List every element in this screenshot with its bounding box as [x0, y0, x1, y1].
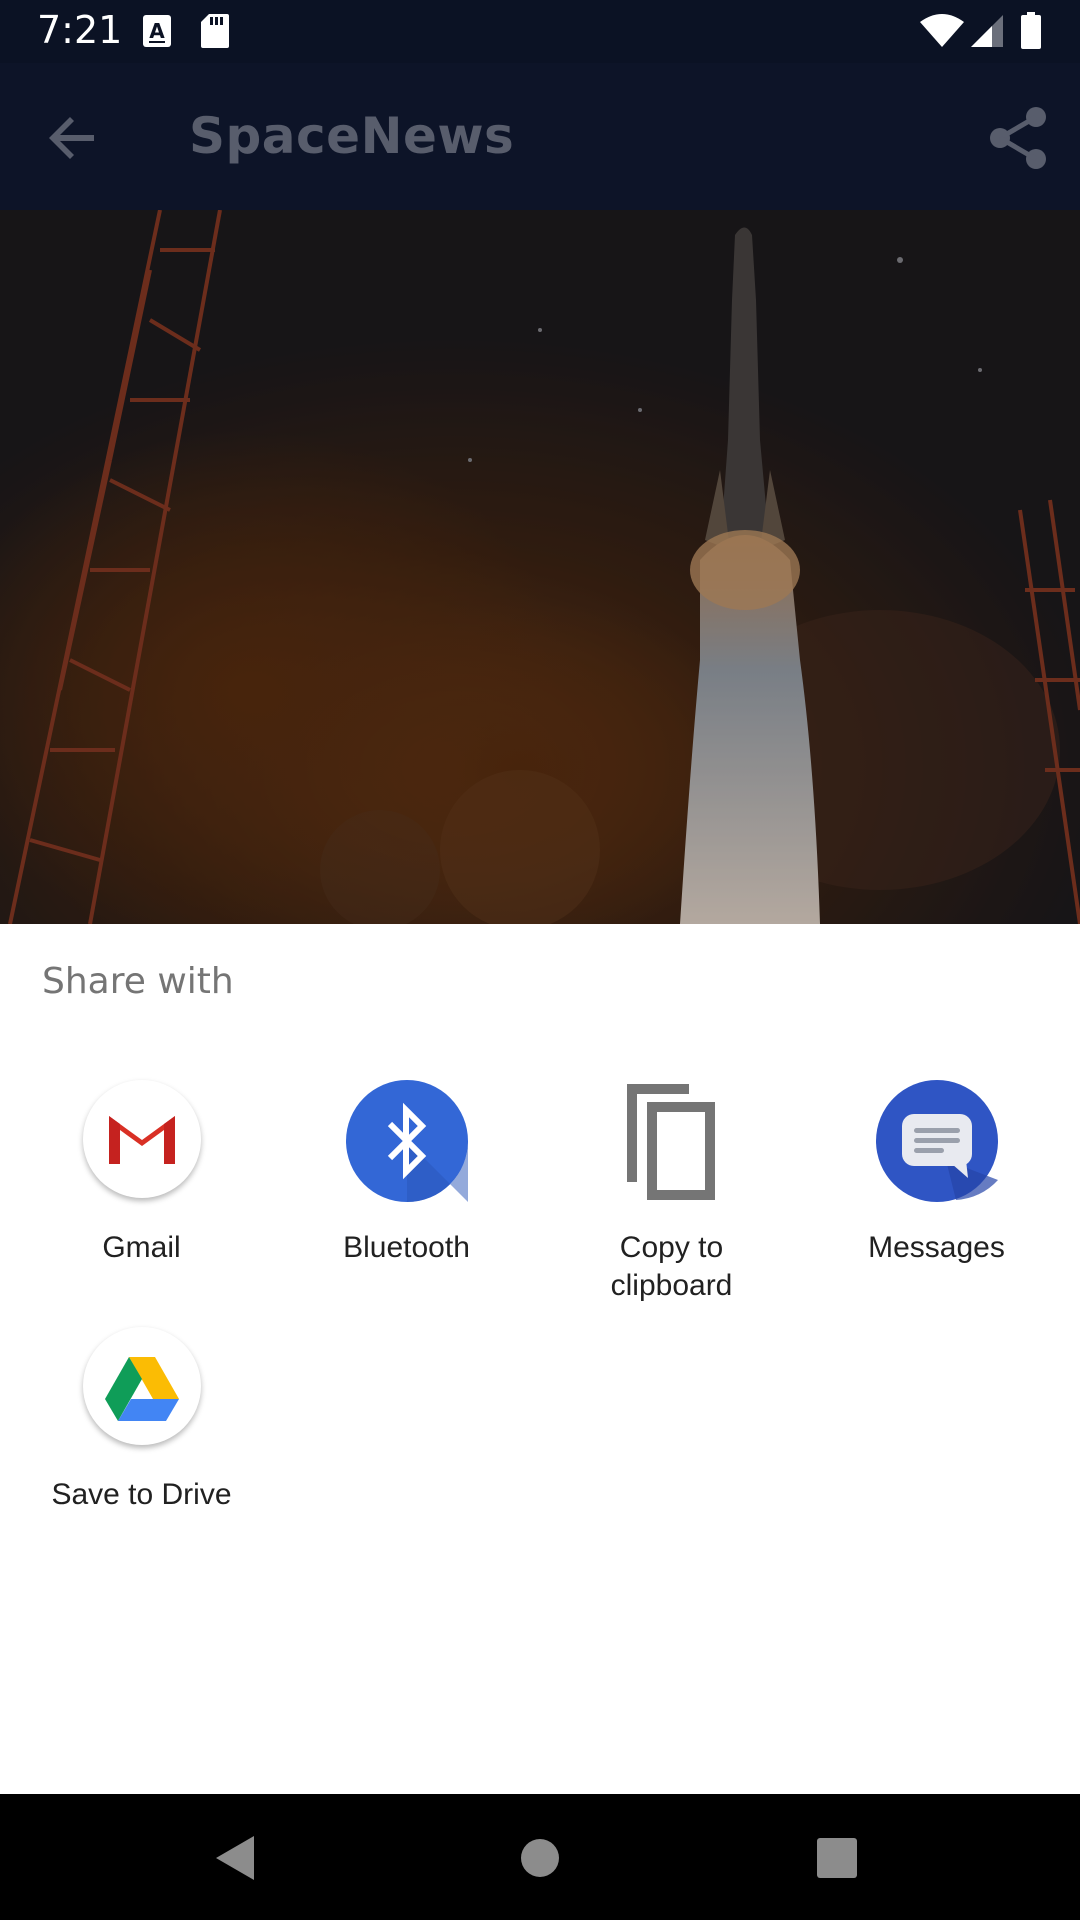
wifi-icon — [920, 14, 964, 47]
messages-icon — [875, 1080, 998, 1202]
share-sheet-title: Share with — [42, 961, 234, 1002]
signal-icon — [971, 15, 1003, 47]
status-time: 7:21 — [37, 8, 123, 52]
share-sheet: Share with Gmail Bluetooth Copy to clipb… — [0, 924, 1080, 1794]
nav-recents-icon[interactable] — [817, 1838, 857, 1878]
share-target-copy[interactable]: Copy to clipboard — [539, 1080, 804, 1305]
battery-icon — [1021, 12, 1041, 49]
page-title: SpaceNews — [189, 107, 515, 165]
nav-back-icon[interactable] — [214, 1834, 258, 1882]
share-target-bluetooth[interactable]: Bluetooth — [274, 1080, 539, 1267]
gmail-icon — [81, 1080, 203, 1202]
status-bar: 7:21 A — [0, 0, 1080, 63]
sd-card-icon — [201, 14, 229, 48]
bluetooth-icon — [345, 1080, 468, 1202]
share-target-label: Gmail — [102, 1231, 181, 1264]
google-drive-icon — [81, 1327, 203, 1449]
app-bar: SpaceNews — [0, 63, 1080, 210]
navigation-bar — [0, 1794, 1080, 1920]
share-target-gmail[interactable]: Gmail — [9, 1080, 274, 1267]
nav-home-icon[interactable] — [520, 1838, 560, 1878]
share-target-messages[interactable]: Messages — [804, 1080, 1069, 1267]
back-arrow-icon[interactable] — [40, 105, 106, 171]
share-target-label: Copy to clipboard — [610, 1231, 733, 1302]
share-target-label: Save to Drive — [51, 1478, 232, 1511]
share-target-label: Messages — [868, 1231, 1005, 1264]
rocket-launch-image — [0, 210, 1080, 924]
svg-text:A: A — [149, 19, 165, 43]
copy-icon — [611, 1080, 733, 1202]
a-notification-icon: A — [143, 15, 171, 47]
share-target-drive[interactable]: Save to Drive — [9, 1327, 274, 1514]
share-icon[interactable] — [984, 103, 1054, 173]
share-target-label: Bluetooth — [343, 1231, 470, 1264]
